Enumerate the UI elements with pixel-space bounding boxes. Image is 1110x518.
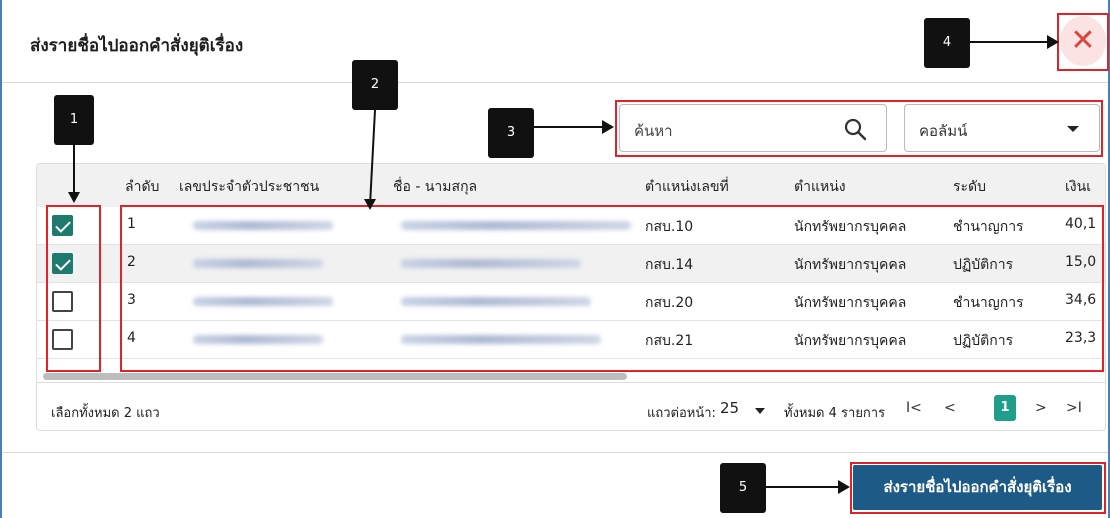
submit-button[interactable]: ส่งรายชื่อไปออกคำสั่งยุติเรื่อง	[853, 465, 1102, 510]
cell-position-no: กสบ.21	[645, 333, 694, 349]
search-placeholder: ค้นหา	[634, 122, 673, 140]
cell-position: นักทรัพยากรบุคคล	[794, 257, 907, 273]
chevron-down-icon[interactable]	[755, 408, 765, 414]
horizontal-scrollbar[interactable]	[43, 373, 627, 380]
cell-level: ปฏิบัติการ	[953, 333, 1014, 349]
table-row[interactable]: 3 กสบ.20 นักทรัพยากรบุคคล ชำนาญการ 34,6	[37, 283, 1105, 321]
column-select[interactable]: คอลัมน์	[904, 104, 1100, 152]
callout-arrow	[970, 41, 1050, 43]
callout-arrow	[766, 486, 840, 488]
redacted-name	[401, 335, 601, 344]
last-page-button[interactable]: >I	[1066, 400, 1082, 416]
row-checkbox[interactable]	[52, 253, 73, 274]
row-checkbox[interactable]	[52, 329, 73, 350]
table-row[interactable]: 4 กสบ.21 นักทรัพยากรบุคคล ปฏิบัติการ 23,…	[37, 321, 1105, 359]
cell-salary: 40,1	[1065, 216, 1097, 232]
cell-salary: 34,6	[1065, 292, 1097, 308]
callout-badge-1: 1	[54, 95, 94, 145]
cell-level: ชำนาญการ	[953, 295, 1024, 311]
dialog: ส่งรายชื่อไปออกคำสั่งยุติเรื่อง ✕ ค้นหา …	[0, 0, 1110, 518]
callout-arrow	[534, 126, 604, 128]
cell-order: 2	[127, 254, 136, 270]
header-level[interactable]: ระดับ	[953, 176, 986, 198]
cell-level: ปฏิบัติการ	[953, 257, 1014, 273]
cell-order: 3	[127, 292, 136, 308]
search-icon[interactable]	[842, 116, 868, 142]
cell-level: ชำนาญการ	[953, 219, 1024, 235]
cell-position: นักทรัพยากรบุคคล	[794, 333, 907, 349]
table-header: ลำดับ เลขประจำตัวประชาชน ชื่อ - นามสกุล …	[37, 164, 1105, 207]
rows-per-page-label: แถวต่อหน้า:	[647, 406, 716, 421]
redacted-citizen-id	[193, 259, 323, 268]
rows-per-page-value[interactable]: 25	[720, 399, 739, 417]
table-row[interactable]: 1 กสบ.10 นักทรัพยากรบุคคล ชำนาญการ 40,1	[37, 207, 1105, 245]
cell-position-no: กสบ.10	[645, 219, 694, 235]
close-button[interactable]: ✕	[1060, 16, 1106, 66]
selected-count: เลือกทั้งหมด 2 แถว	[51, 406, 160, 421]
callout-badge-5: 5	[720, 463, 766, 513]
header-name[interactable]: ชื่อ - นามสกุล	[393, 176, 477, 198]
search-input[interactable]: ค้นหา	[619, 104, 887, 152]
table-row[interactable]: 2 กสบ.14 นักทรัพยากรบุคคล ปฏิบัติการ 15,…	[37, 245, 1105, 283]
first-page-button[interactable]: I<	[906, 400, 922, 416]
callout-arrowhead	[1047, 35, 1059, 49]
next-page-button[interactable]: >	[1035, 400, 1047, 416]
redacted-citizen-id	[193, 335, 323, 344]
footer-divider	[2, 452, 1108, 453]
cell-position: นักทรัพยากรบุคคล	[794, 219, 907, 235]
cell-position-no: กสบ.20	[645, 295, 694, 311]
callout-badge-3: 3	[488, 108, 534, 158]
header-salary[interactable]: เงินเ	[1065, 176, 1091, 198]
cell-salary: 15,0	[1065, 254, 1097, 270]
column-select-value: คอลัมน์	[919, 122, 968, 140]
dialog-title: ส่งรายชื่อไปออกคำสั่งยุติเรื่อง	[30, 36, 244, 56]
cell-order: 1	[127, 216, 136, 232]
callout-badge-2: 2	[352, 60, 398, 110]
redacted-name	[401, 297, 591, 306]
header-order[interactable]: ลำดับ	[125, 176, 159, 198]
prev-page-button[interactable]: <	[944, 400, 956, 416]
close-icon: ✕	[1070, 23, 1096, 58]
current-page-button[interactable]: 1	[994, 395, 1016, 421]
row-checkbox[interactable]	[52, 291, 73, 312]
total-count: ทั้งหมด 4 รายการ	[784, 406, 886, 421]
table-footer-divider	[37, 382, 1105, 383]
row-checkbox[interactable]	[52, 215, 73, 236]
callout-badge-4: 4	[924, 18, 970, 68]
redacted-citizen-id	[193, 297, 333, 306]
cell-position: นักทรัพยากรบุคคล	[794, 295, 907, 311]
callout-arrowhead	[602, 120, 614, 134]
callout-arrowhead	[364, 199, 376, 210]
header-position[interactable]: ตำแหน่ง	[794, 176, 846, 198]
header-position-no[interactable]: ตำแหน่งเลขที่	[645, 176, 729, 198]
header-divider	[2, 82, 1108, 83]
redacted-name	[401, 221, 631, 230]
cell-order: 4	[127, 330, 136, 346]
callout-arrow	[73, 145, 75, 193]
redacted-citizen-id	[193, 221, 333, 230]
data-table: ลำดับ เลขประจำตัวประชาชน ชื่อ - นามสกุล …	[36, 163, 1106, 431]
callout-arrowhead	[838, 480, 850, 494]
chevron-down-icon	[1067, 126, 1079, 132]
callout-arrowhead	[68, 192, 80, 203]
redacted-name	[401, 259, 581, 268]
header-citizen-id[interactable]: เลขประจำตัวประชาชน	[179, 176, 319, 198]
cell-position-no: กสบ.14	[645, 257, 694, 273]
cell-salary: 23,3	[1065, 330, 1097, 346]
